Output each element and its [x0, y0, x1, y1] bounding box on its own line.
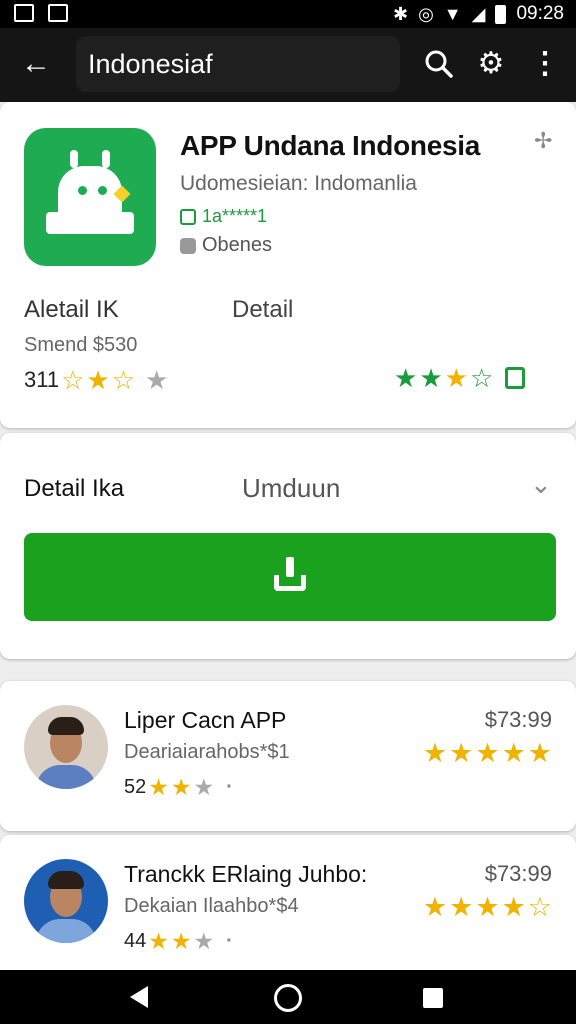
star-icon: ★ [170, 774, 192, 800]
star-icon: ★ [170, 928, 192, 954]
list-item-stars: ★ ★ ★ ★ ☆ [423, 893, 552, 921]
detail-action-label: Umduun [242, 473, 341, 503]
star-icon: ★ [501, 738, 526, 768]
detail-card: Detail Ika Umduun ⌄ [0, 433, 576, 659]
bag-icon[interactable] [505, 367, 526, 389]
star-outline-icon: ☆ [527, 892, 552, 922]
star-outline-icon: ☆ [111, 365, 136, 395]
list-item-subtitle: Deariaiarahobs*$1 [124, 741, 290, 763]
chevron-down-icon[interactable]: ⌄ [530, 469, 552, 500]
list-item-rating: 44 ★ ★ ★ · [124, 927, 233, 955]
avatar [24, 859, 108, 943]
list-item-title: Tranckk ERlaing Juhbo: [124, 861, 368, 887]
app-size-text: Obenes [202, 234, 273, 256]
app-header-card: APP Undana Indonesia Udomesieian: Indoma… [0, 102, 576, 428]
list-item-rating: 52 ★ ★ ★ · [124, 773, 233, 801]
star-icon: ★ [449, 738, 474, 768]
detail-title: Detail Ika [24, 475, 125, 502]
rating-stars-right: ★ ★ ★ ☆ [394, 363, 526, 393]
star-outline-icon: ☆ [61, 365, 85, 395]
verified-icon [180, 208, 196, 225]
star-icon: ★ [449, 892, 474, 922]
star-icon: ★ [444, 363, 468, 393]
app-title: APP Undana Indonesia [180, 130, 480, 161]
dot-icon: · [226, 775, 233, 798]
list-item-subtitle: Dekaian Ilaahbo*$4 [124, 895, 299, 917]
list-item-stars: ★ ★ ★ ★ ★ [423, 739, 552, 767]
nav-home-icon[interactable] [274, 984, 302, 1012]
dot-icon: · [226, 929, 233, 952]
back-arrow-icon[interactable]: ← [18, 46, 54, 82]
signal-icon: ◢ [471, 3, 486, 24]
list-item[interactable]: Liper Cacn APP Deariaiarahobs*$1 52 ★ ★ … [0, 681, 576, 831]
app-bar: ← Indonesiaf ⚙ ⋮ [0, 28, 576, 102]
star-icon: ★ [422, 738, 448, 768]
star-icon: ★ [419, 363, 443, 393]
app-size: Obenes [180, 234, 272, 257]
star-icon: ★ [422, 892, 448, 922]
download-icon [274, 555, 306, 595]
search-field[interactable]: Indonesiaf [76, 36, 400, 92]
star-icon: ★ [193, 774, 215, 800]
meta-label-mid: Detail [232, 296, 294, 323]
app-developer[interactable]: Udomesieian: Indomanlia [180, 172, 417, 196]
star-icon: ★ [148, 928, 169, 954]
list-item-price: $73:99 [484, 861, 552, 886]
alarm-icon: ◎ [418, 3, 434, 24]
star-icon: ★ [394, 363, 418, 393]
star-icon: ★ [475, 892, 500, 922]
star-outline-icon: ☆ [469, 363, 494, 393]
star-icon: ★ [501, 892, 526, 922]
battery-icon [495, 4, 507, 24]
notification-photo-icon [48, 4, 68, 22]
avatar [24, 705, 108, 789]
list-item-count: 44 [124, 929, 147, 952]
status-time: 09:28 [516, 3, 564, 24]
meta-label-left: Aletail IK [24, 296, 119, 323]
bluetooth-icon: ✱ [392, 3, 409, 24]
list-item-title: Liper Cacn APP [124, 707, 287, 733]
pin-icon[interactable]: ✢ [534, 128, 552, 154]
more-vert-icon[interactable]: ⋮ [527, 46, 563, 82]
star-icon: ★ [148, 774, 169, 800]
app-badge: 1a*****1 [180, 206, 267, 227]
nav-recents-icon[interactable] [423, 988, 443, 1008]
status-bar: ✱ ◎ ▼ ◢ 09:28 [0, 0, 576, 28]
star-icon: ★ [145, 365, 169, 395]
meta-sublabel: Smend $530 [24, 334, 138, 356]
star-icon: ★ [475, 738, 500, 768]
nav-back-icon[interactable] [130, 986, 148, 1008]
rating-count: 311 [24, 367, 60, 392]
search-icon[interactable] [421, 46, 457, 82]
star-icon: ★ [86, 365, 110, 395]
star-icon: ★ [527, 738, 552, 768]
list-item-count: 52 [124, 775, 147, 798]
app-badge-text: 1a*****1 [202, 206, 268, 226]
notification-image-icon [14, 4, 34, 22]
info-icon [180, 237, 196, 254]
list-item-price: $73:99 [484, 707, 552, 732]
rating-summary: 311 ☆ ★ ☆ ★ [24, 366, 168, 394]
wifi-icon: ▼ [443, 3, 462, 24]
install-button[interactable] [24, 533, 556, 621]
star-icon: ★ [193, 928, 215, 954]
gear-icon[interactable]: ⚙ [473, 46, 509, 82]
app-logo-icon [24, 128, 156, 266]
system-nav-bar [0, 970, 576, 1024]
